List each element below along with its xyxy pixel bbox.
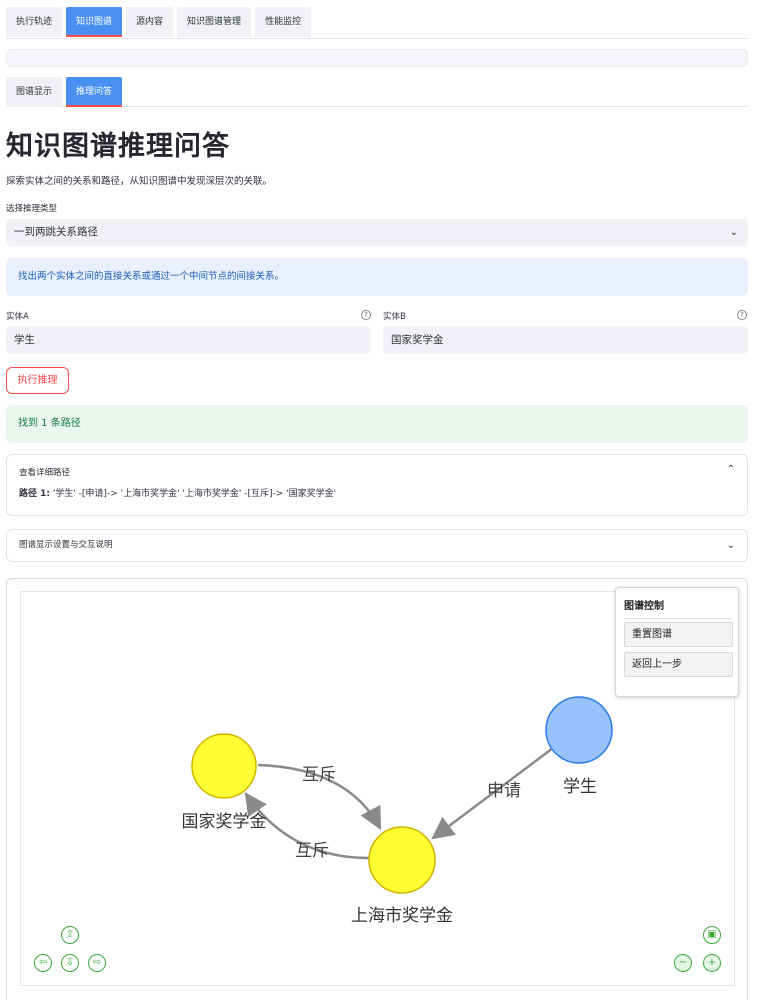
node-label-shanghai-scholarship: 上海市奖学金: [351, 906, 453, 926]
reset-graph-button[interactable]: 重置图谱: [624, 622, 733, 647]
pan-right-icon[interactable]: ⇨: [88, 954, 106, 972]
graph-control-title: 图谱控制: [624, 597, 732, 619]
edge-label-apply: 申请: [487, 781, 521, 801]
node-label-national-scholarship: 国家奖学金: [182, 812, 267, 832]
graph-control-panel: 图谱控制 重置图谱 返回上一步: [615, 587, 739, 697]
node-shanghai-scholarship[interactable]: [368, 826, 436, 894]
edge-label-exclusive-1: 互斥: [302, 765, 336, 785]
node-national-scholarship[interactable]: [191, 733, 257, 799]
node-label-student: 学生: [563, 777, 597, 797]
graph-svg: 申请 互斥 互斥 学生 国家奖学金 上海市奖学金: [182, 696, 613, 926]
edge-label-exclusive-2: 互斥: [295, 841, 329, 861]
zoom-out-icon[interactable]: −: [674, 954, 692, 972]
back-step-button[interactable]: 返回上一步: [624, 652, 733, 677]
pan-down-icon[interactable]: ⇩: [61, 954, 79, 972]
zoom-in-icon[interactable]: +: [703, 954, 721, 972]
zoom-extends-icon[interactable]: ▣: [703, 926, 721, 944]
pan-up-icon[interactable]: ⇧: [61, 926, 79, 944]
pan-left-icon[interactable]: ⇦: [34, 954, 52, 972]
node-student[interactable]: [545, 696, 613, 764]
